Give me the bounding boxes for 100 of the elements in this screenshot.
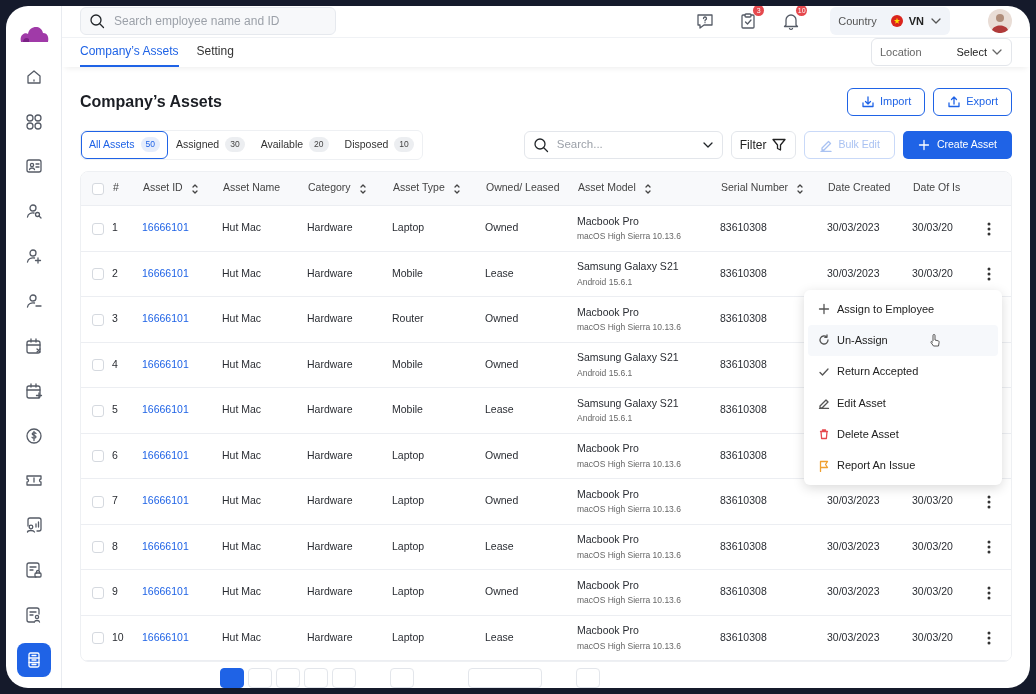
table-cell: 30/03/2023	[827, 585, 880, 598]
column-header: Date Created	[828, 181, 891, 194]
more-icon[interactable]	[986, 221, 991, 236]
menu-item[interactable]: Report An Issue	[808, 450, 998, 482]
grid-icon	[23, 111, 44, 132]
table-cell-text: Android 15.6.1	[577, 275, 634, 289]
more-icon[interactable]	[986, 585, 991, 600]
checkbox[interactable]	[92, 313, 104, 326]
asset-id-link[interactable]: 16666101	[142, 448, 189, 461]
create-asset-button[interactable]: Create Asset	[902, 130, 1012, 159]
row-number: 7	[112, 494, 118, 507]
table-cell: 30/03/20	[912, 266, 953, 279]
asset-id-link[interactable]: 16666101	[142, 312, 189, 325]
filter-tab[interactable]: All Assets 50	[81, 130, 168, 159]
filter-tab[interactable]: Assigned 30	[168, 130, 253, 159]
table-cell: Hardware	[307, 403, 353, 416]
checkbox[interactable]	[92, 404, 104, 417]
checkbox[interactable]	[92, 450, 104, 463]
asset-id-link[interactable]: 16666101	[142, 494, 189, 507]
table-cell: Hut Mac	[222, 494, 262, 507]
checkbox[interactable]	[92, 222, 104, 235]
table-cell: Lease	[485, 266, 514, 279]
country-selector[interactable]: Country VN	[830, 7, 950, 36]
row-number: 10	[112, 630, 124, 643]
table-cell-text: macOS High Sierra 10.13.6	[577, 321, 682, 334]
table-cell: Hardware	[307, 630, 353, 643]
checkbox[interactable]	[92, 541, 104, 554]
asset-id-link[interactable]: 16666101	[142, 585, 189, 598]
table-cell: 30/03/20	[912, 221, 953, 234]
table-cell: Hut Mac	[222, 539, 262, 552]
column-header: Date Of Is	[913, 181, 961, 194]
table-cell: Hut Mac	[222, 357, 262, 370]
search-select[interactable]: Search...	[523, 130, 723, 159]
menu-item[interactable]: Return Accepted	[808, 356, 998, 388]
checkbox[interactable]	[92, 268, 104, 281]
checkbox[interactable]	[92, 586, 104, 599]
menu-item[interactable]: Assign to Employee	[808, 293, 998, 325]
import-button[interactable]: Import	[847, 87, 926, 116]
menu-item[interactable]: Delete Asset	[808, 418, 998, 450]
search-field[interactable]: Search employee name and ID	[80, 7, 336, 36]
more-icon[interactable]	[986, 631, 991, 646]
asset-id-link[interactable]: 16666101	[142, 630, 189, 643]
table-cell: Owned	[485, 312, 519, 325]
table-cell: 83610308	[720, 221, 767, 234]
asset-id-link[interactable]: 16666101	[142, 403, 189, 416]
checkbox[interactable]	[92, 359, 104, 372]
asset-id-link[interactable]: 16666101	[142, 221, 189, 234]
table-cell: Laptop	[392, 494, 425, 507]
search-input[interactable]: Search employee name and ID	[112, 11, 327, 32]
asset-id-link[interactable]: 16666101	[142, 539, 189, 552]
trash-icon	[818, 428, 830, 441]
tab[interactable]: Setting	[196, 37, 234, 67]
asset-id-link[interactable]: 16666101	[142, 357, 189, 370]
sort-icon	[190, 182, 199, 195]
table-cell: Hardware	[307, 539, 353, 552]
table-cell-text: Macbook Pro	[577, 213, 639, 229]
row-number: 8	[112, 539, 118, 552]
checkbox[interactable]	[92, 632, 104, 645]
checkbox[interactable]	[92, 182, 104, 195]
menu-item[interactable]: Un-Assign	[808, 324, 998, 357]
table-cell: Laptop	[392, 630, 425, 643]
tab[interactable]: Company’s Assets	[80, 37, 179, 67]
table-cell: 30/03/2023	[827, 494, 880, 507]
table-cell: Mobile	[392, 266, 423, 279]
avatar[interactable]	[988, 9, 1012, 34]
download-icon	[861, 94, 875, 109]
sidebar-item[interactable]	[16, 643, 51, 677]
filter-button[interactable]: Filter	[730, 130, 797, 159]
checkbox[interactable]	[92, 495, 104, 508]
table-cell: Hardware	[307, 448, 353, 461]
sort-icon	[358, 182, 367, 195]
row-number: 6	[112, 448, 118, 461]
table-cell: Laptop	[392, 539, 425, 552]
table-cell-text: Samsung Galaxy S21	[577, 395, 679, 411]
table-cell: Laptop	[392, 221, 425, 234]
more-icon[interactable]	[986, 494, 991, 509]
more-icon[interactable]	[986, 540, 991, 555]
table-cell: 30/03/2023	[827, 221, 880, 234]
filter-tab[interactable]: Disposed 10	[336, 130, 422, 159]
table-cell: 30/03/2023	[827, 630, 880, 643]
table-cell: Hardware	[307, 312, 353, 325]
table-cell-text: Macbook Pro	[577, 304, 639, 320]
menu-item[interactable]: Edit Asset	[808, 387, 998, 419]
location-select[interactable]: Location Select	[871, 38, 1012, 67]
more-icon[interactable]	[986, 267, 991, 282]
page-button[interactable]	[220, 668, 244, 688]
table-cell-text: macOS High Sierra 10.13.6	[577, 594, 682, 607]
table-cell-text: macOS High Sierra 10.13.6	[577, 639, 682, 653]
export-button[interactable]: Export	[933, 87, 1012, 116]
table-cell: Hardware	[307, 585, 353, 598]
asset-id-link[interactable]: 16666101	[142, 266, 189, 279]
table-cell: Laptop	[392, 448, 425, 461]
table-cell: 30/03/20	[912, 585, 953, 598]
table-cell: 83610308	[720, 357, 767, 370]
table-cell-text: macOS High Sierra 10.13.6	[577, 457, 682, 471]
table-cell-text: macOS High Sierra 10.13.6	[577, 503, 682, 516]
upload-icon	[947, 94, 962, 109]
column-header: Category	[308, 181, 351, 194]
filter-tab[interactable]: Available 20	[252, 130, 337, 159]
table-cell: Hut Mac	[222, 585, 262, 598]
